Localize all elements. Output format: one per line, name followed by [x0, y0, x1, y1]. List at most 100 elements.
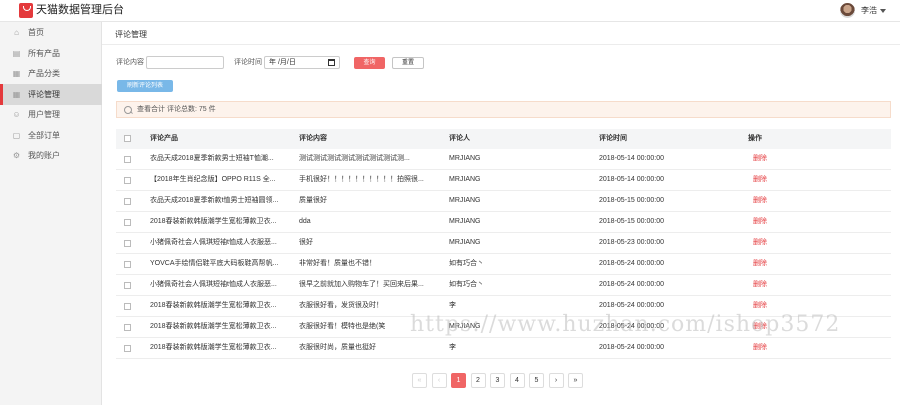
content-filter-label: 评论内容 [116, 59, 144, 66]
cell-author: 如有巧合丶 [449, 260, 484, 267]
cell-time: 2018-05-14 00:00:00 [599, 155, 664, 162]
delete-link[interactable]: 删除 [753, 301, 767, 311]
cell-time: 2018-05-24 00:00:00 [599, 260, 664, 267]
cell-time: 2018-05-24 00:00:00 [599, 281, 664, 288]
cell-product: 【2018年生肖纪念版】OPPO R11S 全... [150, 176, 276, 183]
sidebar-item-label: 全部订单 [28, 130, 60, 140]
header-actions: 操作 [748, 135, 762, 142]
watermark: https://www.huzhan.com/ishop3572 [410, 312, 841, 337]
sidebar-item[interactable]: ▢ 全部订单 [0, 125, 102, 146]
sidebar-item[interactable]: ⚙ 我的账户 [0, 145, 102, 166]
row-checkbox[interactable] [124, 324, 131, 331]
page-title: 评论管理 [115, 30, 147, 39]
page-button[interactable]: 1 [451, 373, 466, 388]
delete-link[interactable]: 删除 [753, 175, 767, 185]
search-icon [124, 106, 132, 114]
delete-link[interactable]: 删除 [753, 259, 767, 269]
gear-icon: ⚙ [12, 151, 21, 160]
cell-time: 2018-05-14 00:00:00 [599, 176, 664, 183]
grid-icon: ▦ [12, 89, 21, 99]
table-row: 小猪佩奇社会人佩琪短袖t恤成人衣服恶... 很好 MRJIANG 2018-05-23… [116, 233, 891, 254]
app-title: 天猫数据管理后台 [36, 4, 124, 16]
divider [102, 44, 900, 45]
sidebar-item-label: 首页 [28, 28, 44, 37]
delete-link[interactable]: 删除 [753, 217, 767, 227]
reset-button[interactable]: 重置 [392, 57, 424, 69]
sidebar-item-label: 所有产品 [28, 48, 60, 58]
row-checkbox[interactable] [124, 198, 131, 205]
calendar-icon[interactable] [328, 59, 335, 66]
table-header: 评论产品 评论内容 评论人 评论时间 操作 [116, 129, 891, 149]
avatar[interactable] [840, 3, 855, 18]
row-checkbox[interactable] [124, 345, 131, 352]
table-row: 小猪佩奇社会人佩琪短袖t恤成人衣服恶... 很早之前就加入购物车了！买回来后果..… [116, 275, 891, 296]
caret-down-icon[interactable] [880, 9, 886, 13]
delete-link[interactable]: 删除 [753, 196, 767, 206]
delete-link[interactable]: 删除 [753, 280, 767, 290]
row-checkbox[interactable] [124, 303, 131, 310]
delete-link[interactable]: 删除 [753, 238, 767, 248]
cell-time: 2018-05-24 00:00:00 [599, 302, 664, 309]
page-button[interactable]: 2 [470, 373, 486, 388]
content-filter-input[interactable] [146, 56, 224, 69]
cell-product: 2018春装新款韩版潮学生宽松薄款卫衣... [150, 323, 277, 330]
first-page-button[interactable]: « [412, 373, 427, 388]
header-time: 评论时间 [599, 135, 627, 142]
shopping-bag-logo-icon [19, 3, 33, 18]
delete-link[interactable]: 删除 [753, 343, 767, 353]
user-icon: ☺ [12, 110, 21, 119]
header-content: 评论内容 [299, 135, 327, 142]
cell-author: MRJIANG [449, 176, 481, 183]
cell-product: 2018春装新款韩版潮学生宽松薄款卫衣... [150, 218, 277, 225]
row-checkbox[interactable] [124, 240, 131, 247]
query-button[interactable]: 查询 [354, 57, 385, 69]
cell-author: MRJIANG [449, 239, 481, 246]
table-row: 衣品天成2018夏季新款男士短袖T恤潮... 测试测试测试测试测试测试测试测...… [116, 149, 891, 170]
time-filter-label: 评论时间 [234, 59, 262, 66]
cell-author: 如有巧合丶 [449, 281, 484, 288]
select-all-checkbox[interactable] [124, 135, 131, 142]
last-page-button[interactable]: » [568, 373, 583, 388]
sidebar-item[interactable]: ▤ 所有产品 [0, 43, 102, 64]
row-checkbox[interactable] [124, 156, 131, 163]
cell-time: 2018-05-15 00:00:00 [599, 218, 664, 225]
prev-page-button[interactable]: ‹ [431, 373, 447, 388]
home-icon: ⌂ [14, 28, 19, 37]
category-icon: ▦ [12, 69, 21, 78]
header-author: 评论人 [449, 135, 470, 142]
time-filter-input[interactable]: 年 /月/日 [264, 56, 340, 69]
cell-author: 李 [449, 344, 456, 351]
page-button[interactable]: 4 [509, 373, 525, 388]
row-checkbox[interactable] [124, 177, 131, 184]
sidebar-item-label: 产品分类 [28, 69, 60, 78]
row-checkbox[interactable] [124, 219, 131, 226]
page-button[interactable]: 3 [490, 373, 505, 388]
table-row: YOVCA手绘情侣鞋平底大码板鞋高帮帆... 非常好看！质量也不错！ 如有巧合丶 20… [116, 254, 891, 275]
delete-link[interactable]: 删除 [753, 154, 767, 164]
cell-author: 李 [449, 302, 456, 309]
sidebar-item[interactable]: ⌂ 首页 [0, 22, 102, 43]
cell-product: 小猪佩奇社会人佩琪短袖t恤成人衣服恶... [150, 281, 277, 288]
summary-bar: 查看合计 评论总数: 75 件 [116, 101, 891, 118]
row-checkbox[interactable] [124, 261, 131, 268]
cell-content: 质量很好 [299, 197, 327, 204]
cell-content: 很好 [299, 239, 313, 246]
table-row: 衣品天成2018夏季新款t恤男士短袖圆领... 质量很好 MRJIANG 2018-0… [116, 191, 891, 212]
cell-product: 小猪佩奇社会人佩琪短袖t恤成人衣服恶... [150, 239, 277, 246]
cell-author: MRJIANG [449, 218, 481, 225]
sidebar-item[interactable]: ▦ 产品分类 [0, 63, 102, 84]
cell-time: 2018-05-23 00:00:00 [599, 239, 664, 246]
cell-content: 很早之前就加入购物车了！买回来后果... [299, 281, 424, 288]
cell-author: MRJIANG [449, 197, 481, 204]
cell-content: 手机很好！！！！！！！！！！拍照很... [299, 176, 424, 183]
user-name[interactable]: 李浩 [861, 5, 877, 16]
sidebar: ⌂ 首页 ▤ 所有产品 ▦ 产品分类 ▦ 评论管理 ☺ 用户管理 ▢ 全部订单 ⚙ 我的账户 [0, 22, 102, 405]
next-page-button[interactable]: › [548, 373, 564, 388]
refresh-list-button[interactable]: 刷新评论列表 [117, 80, 173, 92]
row-checkbox[interactable] [124, 282, 131, 289]
main-content: 评论管理 评论内容 评论时间 年 /月/日 查询 重置 刷新评论列表 查看合计 … [102, 22, 900, 405]
page-button[interactable]: 5 [529, 373, 544, 388]
sidebar-item[interactable]: ☺ 用户管理 [0, 104, 102, 125]
sidebar-item[interactable]: ▦ 评论管理 [0, 83, 102, 105]
cell-product: YOVCA手绘情侣鞋平底大码板鞋高帮帆... [150, 260, 279, 267]
